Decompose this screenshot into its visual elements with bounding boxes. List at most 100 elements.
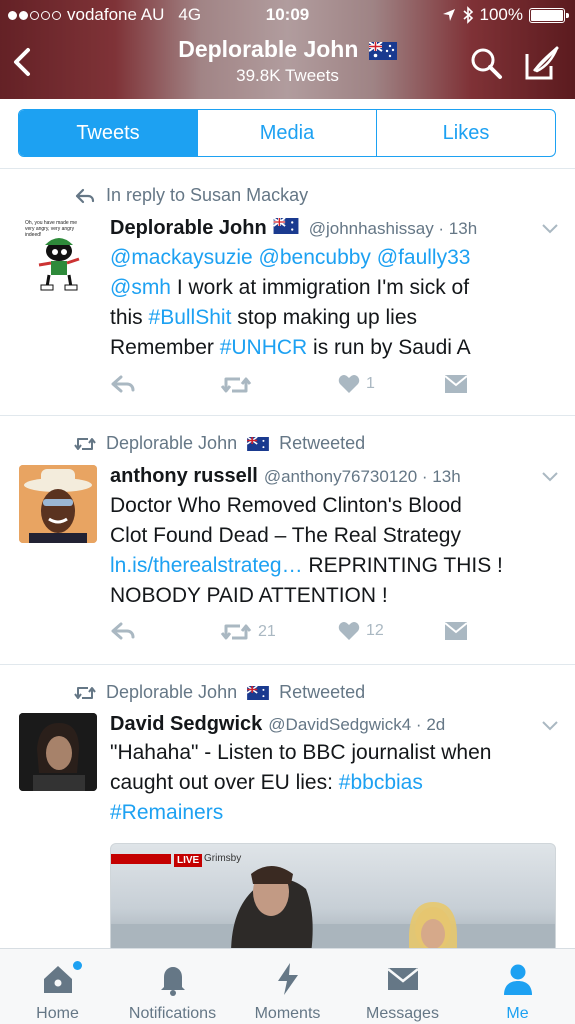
battery-percent: 100%: [479, 5, 523, 24]
compose-icon[interactable]: [523, 44, 561, 82]
tweet-text-line: Clot Found Dead – The Real Strategy: [110, 524, 461, 547]
tab-me[interactable]: Me: [460, 949, 575, 1024]
reply-icon: [111, 375, 135, 393]
retweet-context: Deplorable John Retweeted: [74, 433, 365, 454]
tab-moments-label: Moments: [254, 1005, 321, 1022]
tweet-text-line: "Hahaha" - Listen to BBC journalist when: [110, 741, 492, 764]
heart-icon: [338, 375, 360, 393]
envelope-icon: [444, 622, 468, 640]
retweeted-label: Retweeted: [279, 433, 366, 453]
home-icon: [43, 966, 72, 993]
handle-and-time[interactable]: @DavidSedgwick4 · 2d: [268, 715, 445, 735]
tab-media[interactable]: Media: [197, 110, 376, 156]
tab-notifications-label: Notifications: [128, 1005, 217, 1022]
tab-tweets[interactable]: Tweets: [19, 110, 197, 156]
chevron-down-icon[interactable]: [541, 223, 559, 235]
tweet-actions: 1: [110, 374, 555, 404]
tab-home-label: Home: [36, 1005, 79, 1022]
avatar[interactable]: [19, 465, 97, 543]
display-name[interactable]: David Sedgwick: [110, 713, 262, 736]
envelope-icon: [444, 375, 468, 393]
heart-icon: [338, 622, 360, 640]
tweet-text-segment: I work at immigration I'm sick of: [171, 276, 470, 299]
article-link[interactable]: ln.is/therealstrateg…: [110, 554, 303, 577]
avatar[interactable]: Oh, you have made me very angry, very an…: [19, 215, 97, 293]
tweet-text: @mackaysuzie @bencubby @faully33 @smh I …: [110, 243, 561, 363]
profile-header: vodafone AU 4G 10:09 100% Deplorable Joh…: [0, 0, 575, 99]
bottom-tab-bar: Home Notifications Moments Messages Me: [0, 948, 575, 1024]
hashtag-link[interactable]: #Remainers: [110, 801, 223, 824]
tweet-text-segment: caught out over EU lies:: [110, 771, 339, 794]
profile-screen: vodafone AU 4G 10:09 100% Deplorable Joh…: [0, 0, 575, 1024]
avatar[interactable]: [19, 713, 97, 791]
reply-icon: [75, 188, 95, 203]
tweet-text-segment: Remember: [110, 336, 220, 359]
news-scene-image: [111, 866, 555, 952]
handle-and-time[interactable]: @johnhashissay · 13h: [309, 219, 477, 239]
like-button[interactable]: 12: [338, 621, 384, 641]
reply-button[interactable]: [110, 374, 136, 394]
tab-home[interactable]: Home: [0, 949, 115, 1024]
location-icon: [442, 9, 455, 21]
tab-messages-label: Messages: [366, 1005, 439, 1022]
dm-button[interactable]: [444, 374, 468, 394]
tweet-text-line: NOBODY PAID ATTENTION !: [110, 584, 388, 607]
retweet-icon: [74, 437, 96, 450]
video-thumbnail[interactable]: LIVE Grimsby: [110, 843, 556, 953]
display-name[interactable]: Deplorable John: [110, 217, 267, 240]
chevron-down-icon[interactable]: [541, 471, 559, 483]
tweet[interactable]: In reply to Susan Mackay Oh, you have ma…: [0, 169, 575, 416]
retweet-button[interactable]: [220, 374, 252, 396]
notification-dot: [73, 961, 82, 970]
battery-icon: [529, 7, 569, 23]
australia-flag-icon: [368, 41, 397, 60]
portrait-avatar-icon: [19, 713, 97, 791]
display-name[interactable]: anthony russell: [110, 465, 258, 488]
handle-and-time[interactable]: @anthony76730120 · 13h: [264, 467, 461, 487]
retweet-icon: [74, 686, 96, 699]
lightning-icon: [277, 963, 298, 995]
like-button[interactable]: 1: [338, 374, 375, 394]
tweet-text-segment: REPRINTING THIS !: [302, 554, 503, 577]
tab-likes[interactable]: Likes: [376, 110, 555, 156]
tweet-text-segment: this: [110, 306, 149, 329]
reply-button[interactable]: [110, 621, 136, 641]
mention-link[interactable]: @smh: [110, 276, 171, 299]
bell-icon: [160, 967, 185, 996]
retweet-button[interactable]: 21: [220, 621, 276, 643]
australia-flag-icon: [247, 685, 269, 700]
tab-moments[interactable]: Moments: [230, 949, 345, 1024]
tab-notifications[interactable]: Notifications: [115, 949, 230, 1024]
profile-name: Deplorable John: [178, 36, 359, 62]
like-count: 12: [366, 622, 384, 639]
dm-button[interactable]: [444, 621, 468, 641]
like-count: 1: [366, 375, 375, 392]
marvin-avatar-icon: Oh, you have made me very angry, very an…: [19, 215, 97, 293]
status-bar: vodafone AU 4G 10:09 100%: [0, 5, 575, 29]
tweet[interactable]: Deplorable John Retweeted anthony russel…: [0, 417, 575, 665]
retweeter-name[interactable]: Deplorable John: [106, 682, 237, 703]
australia-flag-icon: [272, 218, 299, 234]
chevron-down-icon[interactable]: [541, 720, 559, 732]
person-icon: [503, 964, 532, 995]
tab-me-label: Me: [506, 1005, 529, 1022]
retweet-icon: [220, 377, 252, 393]
reply-icon: [111, 622, 135, 640]
retweeted-label: Retweeted: [279, 682, 366, 702]
retweeter-name[interactable]: Deplorable John: [106, 433, 237, 454]
tweet-text-segment: is run by Saudi A: [307, 336, 471, 359]
australia-flag-icon: [247, 436, 269, 451]
tweet-text-line: Doctor Who Removed Clinton's Blood: [110, 494, 462, 517]
cowboy-hat-avatar-icon: [19, 465, 97, 543]
hashtag-link[interactable]: #UNHCR: [220, 336, 308, 359]
search-icon[interactable]: [469, 46, 503, 80]
tweet-text: "Hahaha" - Listen to BBC journalist when…: [110, 738, 561, 828]
reply-context: In reply to Susan Mackay: [74, 185, 308, 206]
hashtag-link[interactable]: #bbcbias: [339, 771, 423, 794]
profile-tabs: Tweets Media Likes: [18, 109, 556, 157]
retweet-count: 21: [258, 623, 276, 640]
tweet-text: Doctor Who Removed Clinton's Blood Clot …: [110, 491, 561, 611]
hashtag-link[interactable]: #BullShit: [149, 306, 232, 329]
tab-messages[interactable]: Messages: [345, 949, 460, 1024]
mentions-link[interactable]: @mackaysuzie @bencubby @faully33: [110, 246, 470, 269]
